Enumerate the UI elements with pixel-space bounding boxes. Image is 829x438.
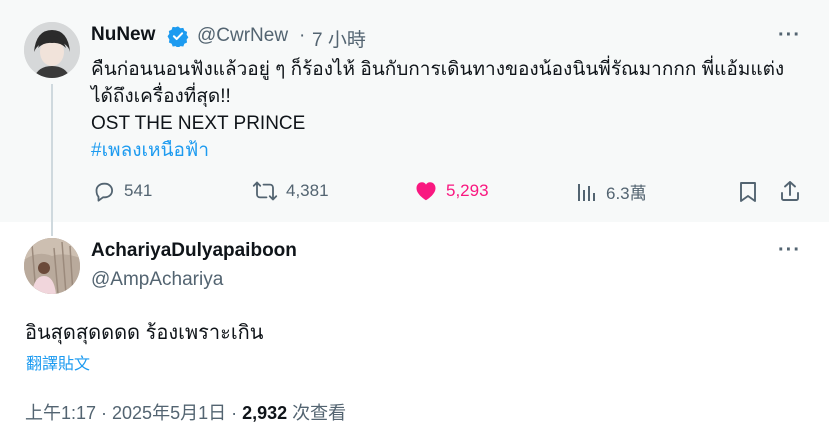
author-name[interactable]: AchariyaDulyapaiboon <box>91 240 297 262</box>
view-count: 6.3萬 <box>606 184 647 203</box>
repost-icon <box>252 181 278 201</box>
parent-tweet[interactable]: NuNew @CwrNew · 7 小時 ··· คืนก่อนนอนฟังแล… <box>0 0 829 222</box>
analytics-icon <box>578 183 595 201</box>
author-name[interactable]: NuNew <box>91 24 155 46</box>
reply-button[interactable]: 541 <box>92 179 152 203</box>
translate-post-link[interactable]: 翻譯貼文 <box>26 350 90 374</box>
view-suffix: 次查看 <box>287 403 347 423</box>
reply-icon <box>95 182 113 202</box>
tweet-text: อินสุดสุดดดด ร้องเพราะเกิน <box>25 322 264 344</box>
share-button[interactable] <box>778 179 802 203</box>
avatar[interactable] <box>24 238 80 294</box>
view-count: 2,932 <box>242 403 288 423</box>
verified-badge-icon <box>167 26 189 47</box>
avatar-photo-icon <box>24 22 80 78</box>
author-handle[interactable]: @AmpAchariya <box>91 269 223 291</box>
tweet-text-line: คืนก่อนนอนฟังแล้วอยู่ ๆ ก็ร้องไห้ อินกับ… <box>91 59 785 80</box>
tweet-metadata: 上午1:17 · 2025年5月1日 · 2,932 次查看 <box>25 399 346 425</box>
repost-count: 4,381 <box>286 181 329 200</box>
tweet-text-line: OST THE NEXT PRINCE <box>91 113 306 134</box>
meta-separator: · <box>299 25 306 46</box>
heart-filled-icon <box>416 182 436 201</box>
tweet-text-line: ได้ถึงเครื่องที่สุด!! <box>91 86 231 107</box>
avatar-photo-icon <box>24 238 80 294</box>
more-options-icon[interactable]: ··· <box>778 25 801 45</box>
thread-connector <box>51 222 53 236</box>
reply-count: 541 <box>124 181 153 200</box>
thread-connector <box>51 84 53 222</box>
bookmark-icon <box>740 182 756 202</box>
like-button[interactable]: 5,293 <box>414 179 489 203</box>
share-icon <box>781 181 799 201</box>
avatar[interactable] <box>24 22 80 78</box>
bookmark-button[interactable] <box>737 180 759 204</box>
repost-button[interactable]: 4,381 <box>252 179 329 203</box>
views-button[interactable]: 6.3萬 <box>576 179 647 204</box>
tweet-timestamp[interactable]: 上午1:17 · 2025年5月1日 · <box>25 403 242 423</box>
more-options-icon[interactable]: ··· <box>778 240 801 260</box>
like-count: 5,293 <box>446 181 489 200</box>
hashtag-link[interactable]: #เพลงเหนือฟ้า <box>91 137 811 164</box>
tweet-time[interactable]: 7 小時 <box>312 25 366 52</box>
author-handle[interactable]: @CwrNew <box>197 25 288 47</box>
tweet-text: คืนก่อนนอนฟังแล้วอยู่ ๆ ก็ร้องไห้ อินกับ… <box>91 56 811 164</box>
